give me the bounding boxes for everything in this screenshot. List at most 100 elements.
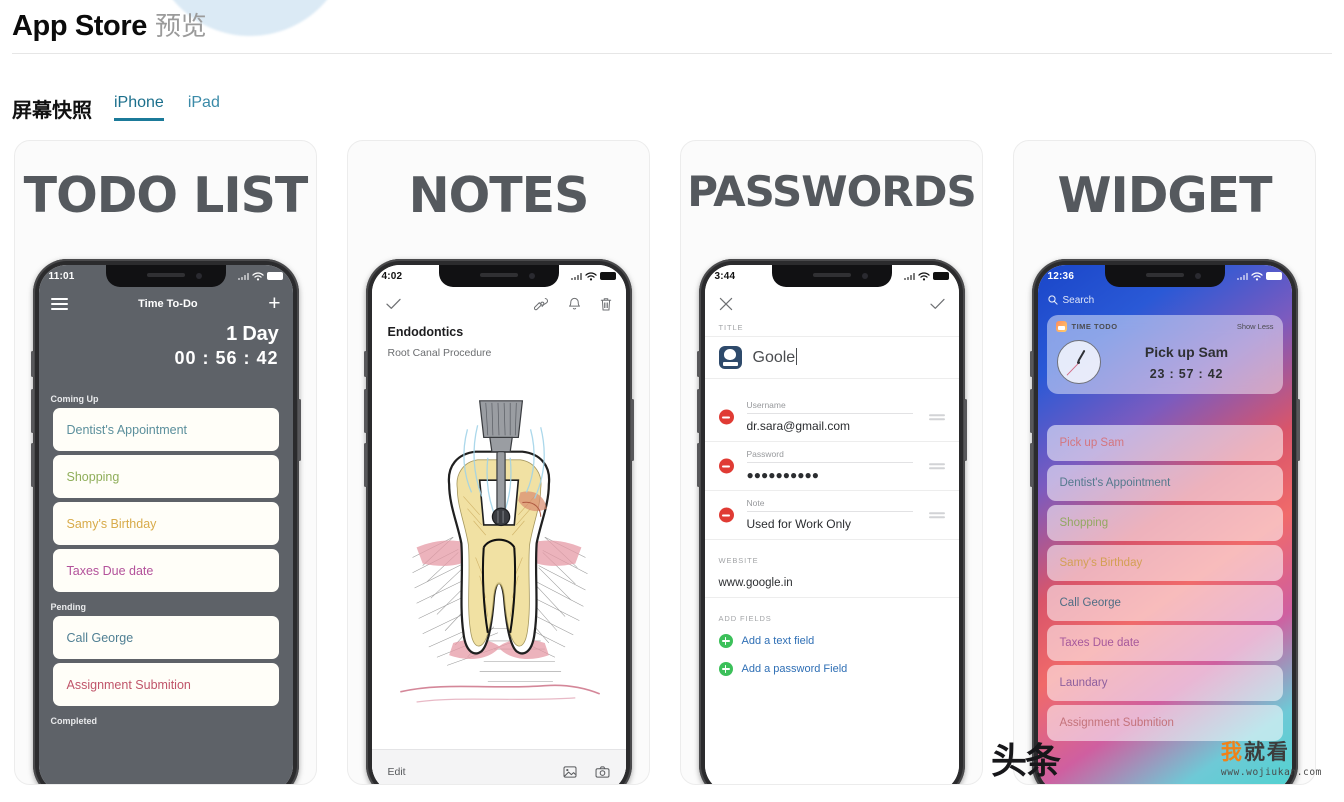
title-input[interactable]: Goole <box>753 348 798 367</box>
list-item-label: Pick up Sam <box>1059 437 1125 449</box>
toutiao-watermark: 头条 <box>990 741 1061 782</box>
plus-circle-green-icon <box>718 634 733 648</box>
list-item[interactable]: Taxes Due date <box>1046 625 1283 661</box>
todo-item[interactable]: Samy's Birthday <box>52 502 279 545</box>
show-less-button[interactable]: Show Less <box>1237 322 1274 331</box>
phone-frame-widget: 12:36 Search TIME TODO Show Less Pick up… <box>1029 259 1300 784</box>
list-item[interactable]: Shopping <box>1046 505 1283 541</box>
todo-item[interactable]: Shopping <box>52 455 279 498</box>
list-item[interactable]: Samy's Birthday <box>1046 545 1283 581</box>
status-time: 12:36 <box>1047 270 1075 282</box>
todo-section-label-completed: Completed <box>50 716 98 726</box>
password-app-icon <box>718 346 742 369</box>
passwords-app-screen: 3:44 TITLE Goole Username dr.sara@gmail.… <box>704 265 959 785</box>
note-drawing-canvas[interactable] <box>382 370 616 745</box>
root-canal-tooth-illustration <box>399 400 600 703</box>
shot-caption-passwords: PASSWORDS <box>687 167 977 216</box>
notes-app-screen: 4:02 Endodontics Root Canal Procedure Ed… <box>371 265 626 784</box>
signal-icon <box>903 272 915 280</box>
text-caret <box>796 348 798 365</box>
pen-draw-icon[interactable] <box>533 297 549 312</box>
screenshot-card-notes[interactable]: NOTES 4:02 Endodontics Root Canal Proced… <box>347 140 650 785</box>
password-field-note[interactable]: Note Used for Work Only <box>704 491 959 540</box>
minus-circle-icon[interactable] <box>718 507 734 523</box>
status-time: 4:02 <box>381 270 403 282</box>
search-icon <box>1047 295 1058 305</box>
todo-item[interactable]: Dentist's Appointment <box>52 408 279 451</box>
todo-item[interactable]: Taxes Due date <box>52 549 279 592</box>
status-time: 3:44 <box>714 270 736 282</box>
site-watermark-cn-rest: 就看 <box>1243 741 1290 764</box>
screenshot-card-passwords[interactable]: PASSWORDS 3:44 TITLE Goole Username dr.s… <box>680 140 983 785</box>
site-watermark-url: www.wojiukan.com <box>1220 767 1322 778</box>
search-bar[interactable]: Search <box>1047 291 1282 309</box>
list-item-label: Shopping <box>1059 517 1109 529</box>
list-item[interactable]: Dentist's Appointment <box>1046 465 1283 501</box>
drag-handle-icon[interactable] <box>928 509 945 521</box>
plus-icon[interactable]: + <box>268 293 280 314</box>
phone-frame-notes: 4:02 Endodontics Root Canal Procedure Ed… <box>363 259 634 784</box>
todo-app-screen: 11:01 Time To-Do + 1 Day 00: 56: 42 Co… <box>38 265 293 784</box>
screenshot-strip[interactable]: TODO LIST 11:01 Time To-Do + 1 Day 00: … <box>14 140 1316 785</box>
analog-clock-icon <box>1056 340 1101 384</box>
tab-ipad[interactable]: iPad <box>188 93 220 121</box>
list-item-label: Taxes Due date <box>1059 637 1140 649</box>
device-tabs: iPhone iPad <box>114 93 220 122</box>
phone-frame-passwords: 3:44 TITLE Goole Username dr.sara@gmail.… <box>696 259 967 785</box>
password-field-password[interactable]: Password ●●●●●●●●●● <box>704 442 959 491</box>
bell-icon[interactable] <box>568 297 581 312</box>
add-password-field-button[interactable]: Add a password Field <box>704 655 959 683</box>
title-field-row[interactable]: Goole <box>704 336 959 379</box>
store-header: App Store 预览 <box>0 0 1344 54</box>
todo-item[interactable]: Call George <box>52 616 279 659</box>
todo-nav-title: Time To-Do <box>138 298 198 310</box>
battery-icon <box>1265 272 1282 280</box>
wifi-icon <box>1250 271 1263 280</box>
hamburger-icon[interactable] <box>50 295 68 313</box>
minus-circle-icon[interactable] <box>718 458 734 474</box>
website-value[interactable]: www.google.in <box>704 569 959 598</box>
shot-caption-widget: WIDGET <box>1057 167 1272 224</box>
edit-button[interactable]: Edit <box>388 766 406 778</box>
header-divider <box>12 53 1332 54</box>
widget-task-list: Pick up Sam Dentist's Appointment Shoppi… <box>1046 425 1283 745</box>
minus-circle-icon[interactable] <box>718 409 734 425</box>
widget-app-name: TIME TODO <box>1071 322 1118 331</box>
field-value: Used for Work Only <box>746 517 851 531</box>
camera-icon[interactable] <box>595 765 610 778</box>
title-input-value: Goole <box>752 349 796 366</box>
photo-icon[interactable] <box>562 765 577 778</box>
section-title: 屏幕快照 <box>12 100 92 122</box>
site-watermark: 我就看 www.wojiukan.com <box>1221 736 1322 778</box>
password-field-username[interactable]: Username dr.sara@gmail.com <box>704 393 959 442</box>
todo-item-label: Taxes Due date <box>66 563 154 578</box>
widget-header: TIME TODO Show Less <box>1047 315 1283 338</box>
trash-icon[interactable] <box>600 297 612 312</box>
website-section-label: WEBSITE <box>718 556 759 565</box>
time-todo-widget[interactable]: TIME TODO Show Less Pick up Sam 23: 57 … <box>1046 315 1283 394</box>
phone-notch <box>438 265 559 287</box>
countdown-days: 1 Day <box>226 323 279 345</box>
list-item-label: Samy's Birthday <box>1059 557 1143 569</box>
check-icon[interactable] <box>929 298 945 310</box>
tab-iphone[interactable]: iPhone <box>114 93 164 121</box>
brand-label: App Store <box>12 10 147 42</box>
list-item[interactable]: Pick up Sam <box>1046 425 1283 461</box>
list-item[interactable]: Laundary <box>1046 665 1283 701</box>
phone-notch <box>105 265 226 287</box>
list-item-label: Dentist's Appointment <box>1059 477 1171 489</box>
check-icon[interactable] <box>385 298 401 310</box>
close-icon[interactable] <box>719 297 733 311</box>
passwords-navbar <box>705 291 959 317</box>
screenshot-card-widget[interactable]: WIDGET 12:36 Search TIME TODO Show Less … <box>1013 140 1316 785</box>
time-todo-app-icon <box>1055 321 1067 332</box>
drag-handle-icon[interactable] <box>928 460 945 472</box>
add-text-field-button[interactable]: Add a text field <box>704 627 959 655</box>
add-text-field-label: Add a text field <box>741 635 815 647</box>
home-indicator <box>788 784 876 785</box>
drag-handle-icon[interactable] <box>928 411 945 423</box>
todo-item[interactable]: Assignment Submition <box>52 663 279 706</box>
list-item[interactable]: Call George <box>1046 585 1283 621</box>
wifi-icon <box>584 271 597 280</box>
screenshot-card-todo[interactable]: TODO LIST 11:01 Time To-Do + 1 Day 00: … <box>14 140 317 785</box>
